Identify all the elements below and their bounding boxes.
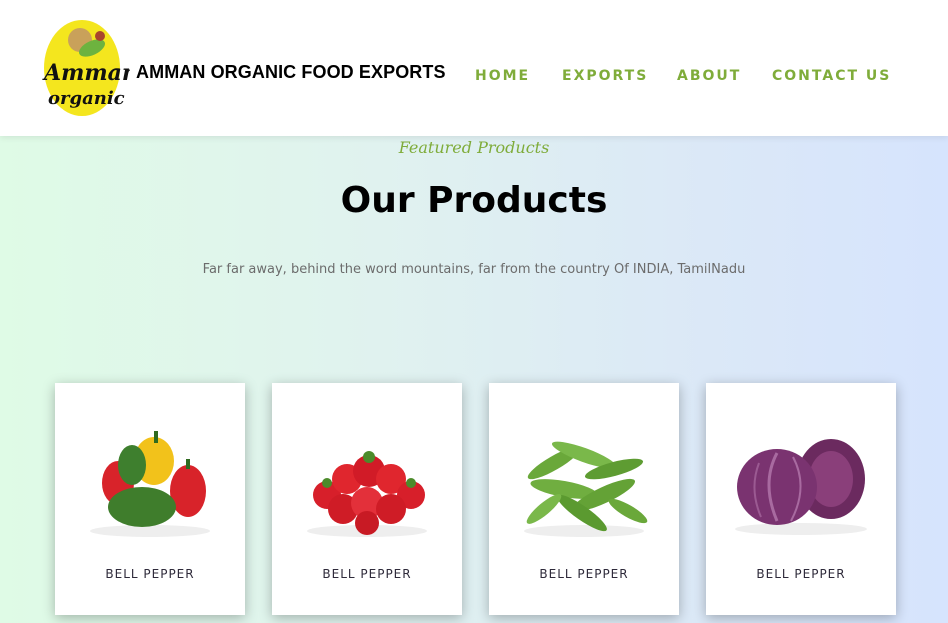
section-subtitle: Far far away, behind the word mountains,…	[202, 262, 746, 277]
product-label: BELL PEPPER	[322, 567, 412, 581]
strawberries-image	[307, 451, 427, 537]
nav-home[interactable]: HOME	[475, 68, 530, 84]
product-label: BELL PEPPER	[756, 567, 846, 581]
product-label: BELL PEPPER	[105, 567, 195, 581]
section-title: Our Products	[340, 180, 608, 221]
svg-text:organic: organic	[48, 88, 125, 109]
product-card[interactable]: BELL PEPPER	[489, 383, 679, 615]
snow-peas-image	[524, 441, 648, 537]
product-card[interactable]: BELL PEPPER	[272, 383, 462, 615]
nav-exports[interactable]: EXPORTS	[562, 68, 648, 84]
section-eyebrow: Featured Products	[398, 138, 550, 157]
product-label: BELL PEPPER	[539, 567, 629, 581]
nav-contact-us[interactable]: CONTACT US	[772, 68, 891, 84]
bell-pepper-image	[90, 431, 210, 537]
site-header: Amman organic AMMAN ORGANIC FOOD EXPORTS…	[0, 0, 948, 136]
nav-about[interactable]: ABOUT	[677, 68, 741, 84]
product-card[interactable]: BELL PEPPER	[706, 383, 896, 615]
main-nav: HOME EXPORTS ABOUT CONTACT US	[0, 68, 948, 88]
red-cabbage-image	[735, 439, 867, 535]
product-card[interactable]: BELL PEPPER	[55, 383, 245, 615]
